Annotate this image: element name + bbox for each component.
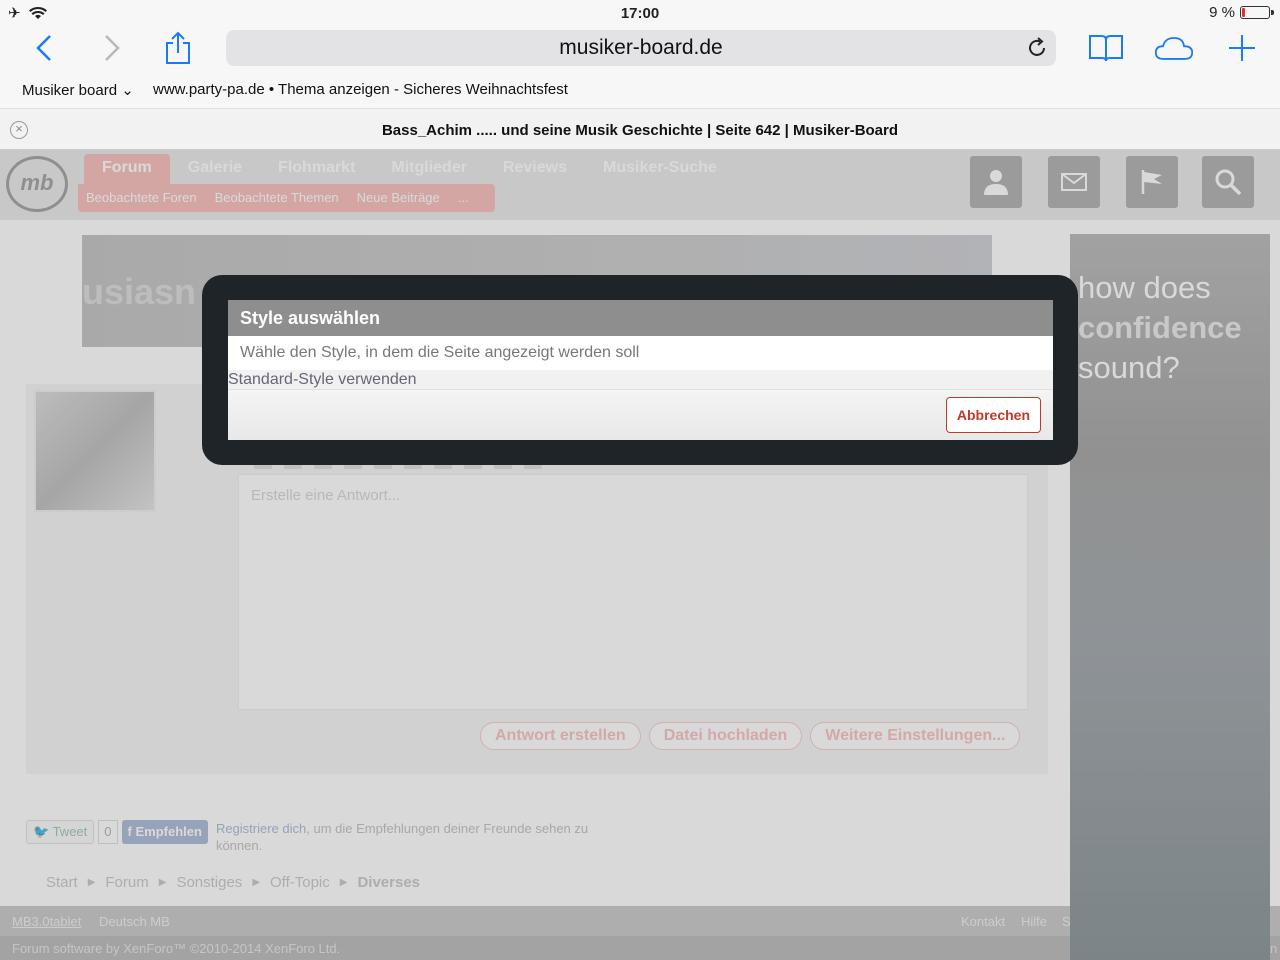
address-bar[interactable]: musiker-board.de <box>226 30 1056 66</box>
tab-title[interactable]: Bass_Achim ..... und seine Musik Geschic… <box>0 122 1280 139</box>
dialog-description: Wähle den Style, in dem die Seite angeze… <box>228 336 1053 370</box>
battery-icon <box>1240 6 1274 19</box>
clock: 17:00 <box>620 5 660 22</box>
browser-toolbar: musiker-board.de <box>0 26 1280 72</box>
share-icon[interactable] <box>158 28 198 68</box>
modal-backdrop[interactable] <box>0 150 1280 960</box>
back-icon[interactable] <box>24 28 64 68</box>
forward-icon[interactable] <box>92 28 132 68</box>
tab-bar: × Bass_Achim ..... und seine Musik Gesch… <box>0 108 1280 150</box>
default-style-option[interactable]: Standard-Style verwenden <box>228 370 1053 390</box>
bookmarks-icon[interactable] <box>1086 28 1126 68</box>
battery-percent: 9 % <box>1209 4 1235 21</box>
reload-icon[interactable] <box>1026 37 1048 59</box>
new-tab-icon[interactable] <box>1222 28 1262 68</box>
url-text: musiker-board.de <box>559 36 723 59</box>
dialog-title: Style auswählen <box>228 300 1053 336</box>
bookmarks-bar: Musiker board ⌄ www.party-pa.de • Thema … <box>0 72 1280 108</box>
bookmark-folder-musiker-board[interactable]: Musiker board ⌄ <box>22 81 134 99</box>
bookmark-party-pa[interactable]: www.party-pa.de • Thema anzeigen - Siche… <box>153 81 568 98</box>
dialog-footer: Abbrechen <box>228 390 1053 440</box>
icloud-tabs-icon[interactable] <box>1154 28 1194 68</box>
status-bar: ✈ 17:00 9 % <box>0 0 1280 26</box>
cancel-button[interactable]: Abbrechen <box>945 397 1041 433</box>
style-chooser-dialog: Style auswählen Wähle den Style, in dem … <box>228 300 1053 440</box>
